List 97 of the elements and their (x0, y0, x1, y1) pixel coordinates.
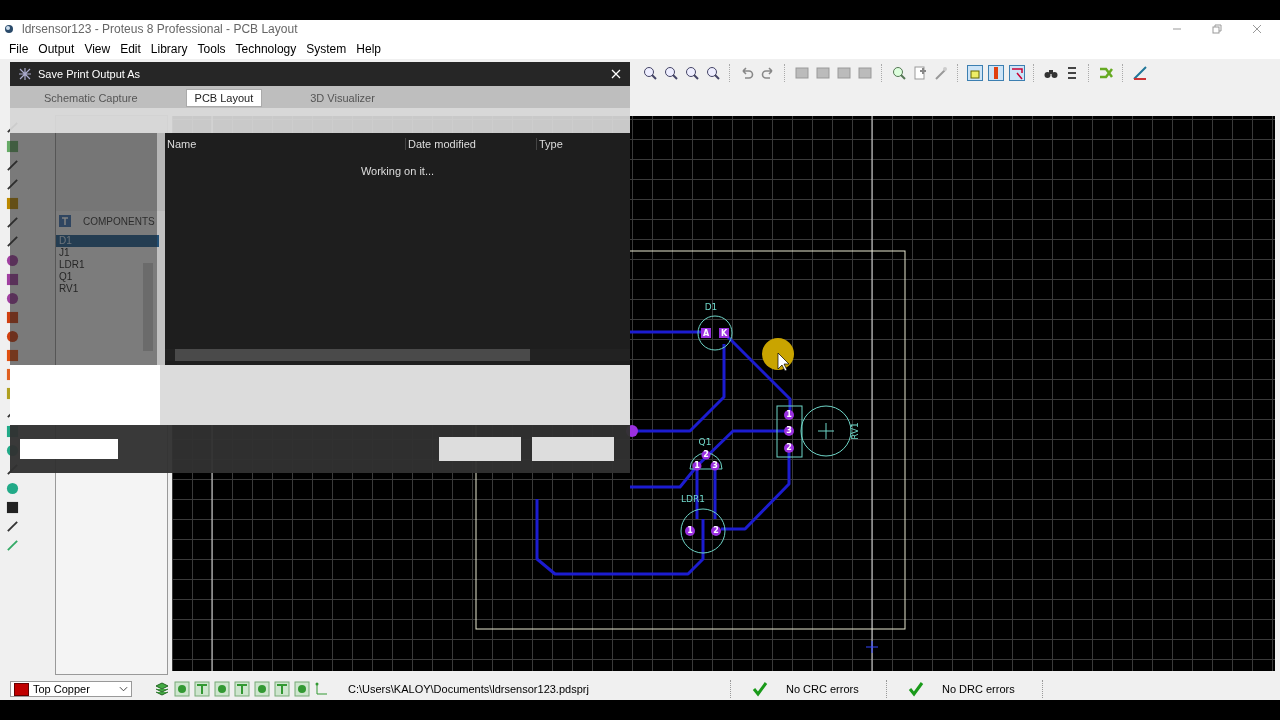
footprint-outline (689, 452, 723, 470)
search-icon[interactable] (891, 65, 907, 81)
component-item[interactable]: J1 (56, 247, 159, 259)
page-plus-icon[interactable] (912, 65, 928, 81)
wand-icon[interactable] (933, 65, 949, 81)
dialog-icon (18, 67, 32, 81)
scrollbar-thumb[interactable] (175, 349, 530, 361)
dialog-title: Save Print Output As (38, 68, 141, 80)
restore-icon[interactable] (1212, 24, 1222, 34)
redo-icon[interactable] (760, 65, 776, 81)
layer-dropdown[interactable]: Top Copper (10, 681, 132, 697)
filter-toggle-icon[interactable] (174, 681, 190, 697)
layer-swatch (14, 682, 29, 696)
pad: A (701, 328, 711, 338)
zoom-icon[interactable] (642, 65, 658, 81)
line-tool-icon[interactable] (6, 216, 19, 229)
pad: 1 (685, 526, 695, 536)
menu-item[interactable]: Library (147, 41, 195, 56)
undo-icon[interactable] (739, 65, 755, 81)
menu-item[interactable]: Tools (194, 41, 233, 56)
crosshair-icon (865, 640, 879, 654)
pad: 2 (784, 443, 794, 453)
filter-toggle-icon[interactable] (294, 681, 310, 697)
pad: 1 (784, 410, 794, 420)
filter-toggle-icon[interactable] (234, 681, 250, 697)
check-status: No DRC errors (941, 683, 1016, 695)
select-area-icon[interactable] (1009, 65, 1025, 81)
filter-toggle-icon[interactable] (194, 681, 210, 697)
app-icon (4, 24, 14, 34)
footprint-outline (680, 508, 726, 554)
check-status: No CRC errors (785, 683, 860, 695)
loading-message: Working on it... (360, 165, 435, 177)
filter-toggle-icon[interactable] (254, 681, 270, 697)
square-tool-icon[interactable] (6, 273, 19, 286)
filter-toggle-icon[interactable] (274, 681, 290, 697)
panel-title: COMPONENTS (83, 215, 155, 227)
file-path: C:\Users\KALOY\Documents\ldrsensor123.pdsprj (348, 683, 590, 695)
component-item[interactable]: Q1 (56, 271, 159, 283)
square-tool-icon[interactable] (6, 349, 19, 362)
check-icon (752, 681, 768, 697)
layer-name: Top Copper (33, 683, 90, 695)
menu-item[interactable]: Output (35, 41, 82, 56)
part-label: D1 (704, 302, 718, 312)
block-icon[interactable] (794, 65, 810, 81)
square-tool-icon[interactable] (6, 197, 19, 210)
dropdown-caret-icon (119, 686, 128, 692)
circle-tool-icon[interactable] (6, 292, 19, 305)
tab[interactable]: 3D Visualizer (302, 90, 383, 106)
pad: 3 (710, 461, 720, 471)
square-tool-icon[interactable] (6, 501, 19, 514)
grid-snap-icon[interactable] (314, 681, 330, 697)
layers-icon[interactable] (154, 681, 170, 697)
menu-item[interactable]: View (81, 41, 118, 56)
square-tool-icon[interactable] (6, 140, 19, 153)
zoom-icon[interactable] (705, 65, 721, 81)
column-header[interactable]: Type (537, 138, 563, 150)
line-tool-icon[interactable] (6, 159, 19, 172)
menu-item[interactable]: Help (353, 41, 388, 56)
block-icon[interactable] (836, 65, 852, 81)
pointer-icon (777, 352, 790, 372)
line-tool-icon[interactable] (6, 520, 19, 533)
menu-item[interactable]: File (6, 41, 36, 56)
component-item[interactable]: RV1 (56, 283, 159, 295)
component-mode-icon[interactable] (59, 215, 71, 227)
pad: 2 (711, 526, 721, 536)
column-header[interactable]: Name (165, 138, 406, 150)
pad: 3 (784, 426, 794, 436)
track-toggle-icon[interactable] (988, 65, 1004, 81)
block-icon[interactable] (815, 65, 831, 81)
check-icon (908, 681, 924, 697)
line-tool-icon[interactable] (6, 178, 19, 191)
circle-tool-icon[interactable] (6, 254, 19, 267)
tab[interactable]: PCB Layout (185, 89, 263, 107)
part-label: RV1 (850, 422, 860, 440)
filter-toggle-icon[interactable] (214, 681, 230, 697)
line-tool-icon[interactable] (6, 235, 19, 248)
menu-item[interactable]: Technology (232, 41, 304, 56)
zoom-icon[interactable] (684, 65, 700, 81)
component-item[interactable]: LDR1 (56, 259, 159, 271)
menu-item[interactable]: Edit (117, 41, 148, 56)
menu-item[interactable]: System (303, 41, 354, 56)
pad: 1 (692, 461, 702, 471)
tab[interactable]: Schematic Capture (36, 90, 146, 106)
circle-tool-icon[interactable] (6, 330, 19, 343)
blank-field[interactable] (20, 439, 118, 459)
square-tool-icon[interactable] (6, 311, 19, 324)
measure-icon[interactable] (1132, 65, 1148, 81)
column-header[interactable]: Date modified (406, 138, 537, 150)
layer-lock-icon[interactable] (967, 65, 983, 81)
window-title: ldrsensor123 - Proteus 8 Professional - PCB Layout (22, 22, 298, 36)
zoom-icon[interactable] (663, 65, 679, 81)
swap-icon[interactable] (1098, 65, 1114, 81)
pad: 2 (701, 450, 711, 460)
block-icon[interactable] (857, 65, 873, 81)
part-label: Q1 (698, 437, 712, 447)
pad: K (719, 328, 729, 338)
footprint-outline (697, 315, 733, 351)
